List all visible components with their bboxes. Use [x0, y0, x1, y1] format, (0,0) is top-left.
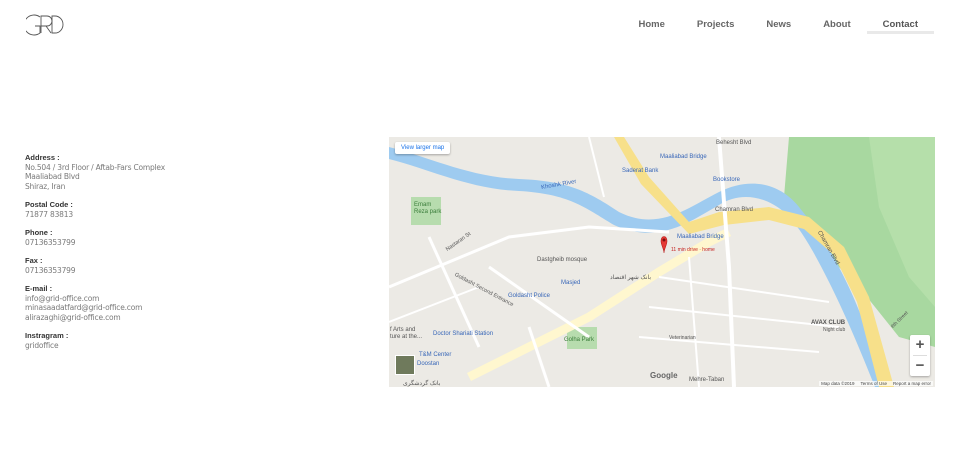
google-logo: Google: [650, 371, 678, 380]
phone-label: Phone :: [25, 228, 53, 237]
email-link[interactable]: alirazaghi@grid-office.com: [25, 313, 355, 323]
map-data-text: Map data ©2019: [821, 381, 855, 386]
phone-value[interactable]: 07136353799: [25, 238, 355, 248]
map-label: بانک گردشگری: [403, 381, 441, 387]
map-attribution: Map data ©2019 Terms of Use Report a map…: [819, 381, 933, 386]
postal-label: Postal Code :: [25, 200, 73, 209]
phone-group: Phone : 07136353799: [25, 228, 355, 247]
nav-home[interactable]: Home: [622, 19, 680, 34]
map-label: Maaliabad Bridge: [660, 154, 707, 160]
nav-contact[interactable]: Contact: [866, 19, 934, 34]
map-label: Golha Park: [564, 337, 595, 343]
map-label: AVAX CLUB: [811, 320, 846, 326]
nav-projects[interactable]: Projects: [681, 19, 751, 34]
map-label: Dastgheib mosque: [537, 257, 588, 263]
map-label: Doostan: [417, 361, 440, 367]
zoom-in-button[interactable]: +: [910, 335, 930, 355]
instagram-link[interactable]: gridoffice: [25, 341, 355, 351]
zoom-out-button[interactable]: −: [910, 356, 930, 376]
map-label: Emam Reza park: [414, 202, 442, 215]
map-label: بانک شهر اقتصاد: [610, 275, 652, 281]
instagram-group: Instragram : gridoffice: [25, 331, 355, 350]
logo-mark-icon: [23, 14, 64, 36]
email-label: E-mail :: [25, 284, 53, 293]
map-label: T&M Center: [419, 352, 452, 358]
address-label: Address :: [25, 153, 60, 162]
zoom-control: + −: [910, 335, 930, 376]
address-line: Shiraz, Iran: [25, 181, 66, 191]
page: Home Projects News About Contact Address…: [0, 0, 960, 474]
map-label: Goldasht Police: [508, 293, 551, 299]
map-label: Bookstore: [713, 177, 741, 183]
map-canvas[interactable]: [389, 137, 935, 387]
map-label: Mehre-Taban: [689, 377, 725, 383]
email-link[interactable]: info@grid-office.com: [25, 294, 355, 304]
report-link[interactable]: Report a map error: [893, 381, 931, 386]
address-group: Address : No.504 / 3rd Floor / Aftab-Far…: [25, 153, 355, 191]
map-label: Masjed: [561, 280, 581, 286]
address-line: Maaliabad Blvd: [25, 172, 80, 181]
instagram-label: Instragram :: [25, 331, 69, 340]
postal-value: 71877 83813: [25, 209, 73, 219]
map-label: Veterinarian: [669, 335, 696, 341]
map-label: Behesht Blvd: [716, 140, 752, 146]
postal-group: Postal Code : 71877 83813: [25, 200, 355, 219]
map-label: 11 min drive · home: [671, 247, 715, 253]
map-label: Saderat Bank: [622, 168, 659, 174]
fax-label: Fax :: [25, 256, 43, 265]
google-map[interactable]: View larger map Maaliabad Bridge Saderat…: [389, 137, 935, 387]
email-link[interactable]: minasaadatfard@grid-office.com: [25, 303, 355, 313]
nav-about[interactable]: About: [807, 19, 866, 34]
map-label: Night club: [823, 327, 846, 333]
terms-link[interactable]: Terms of Use: [860, 381, 887, 386]
main-nav: Home Projects News About Contact: [622, 19, 934, 34]
pin-dot: [662, 238, 666, 242]
address-line: No.504 / 3rd Floor / Aftab-Fars Complex: [25, 162, 165, 172]
fax-group: Fax : 07136353799: [25, 256, 355, 275]
logo[interactable]: [23, 13, 66, 37]
contact-info: Address : No.504 / 3rd Floor / Aftab-Far…: [25, 153, 355, 359]
street-view-thumbnail[interactable]: [395, 355, 415, 375]
map-label: Chamran Blvd: [715, 207, 754, 213]
fax-value: 07136353799: [25, 265, 76, 275]
view-larger-map-link[interactable]: View larger map: [395, 142, 451, 154]
nav-news[interactable]: News: [750, 19, 807, 34]
map-label: Maaliabad Bridge: [677, 234, 724, 240]
email-group: E-mail : info@grid-office.com minasaadat…: [25, 284, 355, 322]
map-label: f Arts and ture at the...: [390, 327, 423, 340]
map-label: Doctor Shariati Station: [433, 331, 494, 337]
